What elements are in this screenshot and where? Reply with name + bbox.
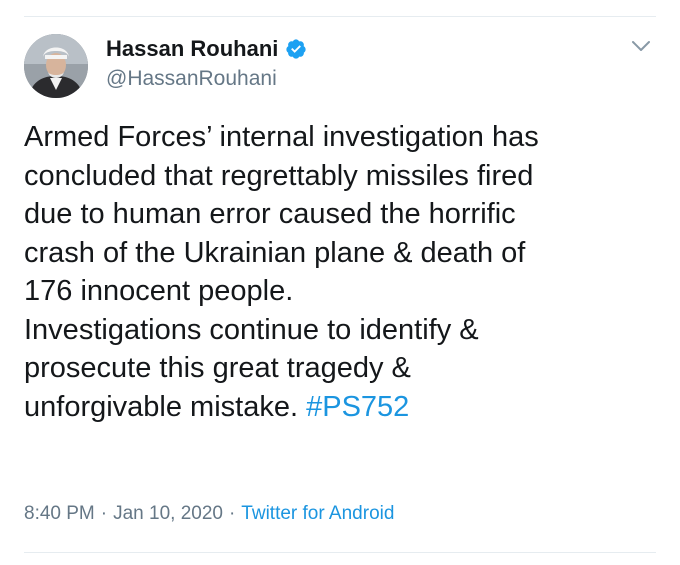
- tweet-meta: 8:40 PM · Jan 10, 2020 · Twitter for Android: [24, 501, 394, 527]
- top-divider: [24, 16, 656, 17]
- tweet-source-link[interactable]: Twitter for Android: [241, 503, 394, 524]
- chevron-down-icon[interactable]: [628, 36, 654, 56]
- display-name[interactable]: Hassan Rouhani: [106, 36, 278, 62]
- tweet-line: concluded that regrettably missiles fire…: [24, 159, 534, 192]
- tweet-line: prosecute this great tragedy &: [24, 352, 411, 384]
- tweet-line: due to human error caused the horrific: [24, 198, 516, 230]
- verified-badge-icon: [285, 38, 307, 60]
- meta-separator: ·: [100, 503, 108, 524]
- tweet-line: 176 innocent people.: [24, 275, 294, 307]
- tweet-line: unforgivable mistake.: [24, 390, 299, 423]
- tweet-text: Armed Forces’ internal investigation has…: [24, 118, 664, 426]
- tweet-line: Armed Forces’ internal investigation has: [24, 121, 539, 153]
- avatar[interactable]: [24, 34, 88, 98]
- author-name-row[interactable]: Hassan Rouhani: [106, 36, 307, 62]
- tweet-time[interactable]: 8:40 PM: [24, 503, 95, 524]
- tweet-date[interactable]: Jan 10, 2020: [113, 503, 223, 524]
- bottom-divider: [24, 552, 656, 553]
- tweet-line: Investigations continue to identify &: [24, 313, 479, 346]
- author-handle[interactable]: @HassanRouhani: [106, 66, 277, 92]
- tweet-card: Hassan Rouhani @HassanRouhani Armed Forc…: [0, 0, 680, 565]
- meta-separator: ·: [228, 503, 236, 524]
- tweet-line: crash of the Ukrainian plane & death of: [24, 236, 526, 269]
- hashtag-link[interactable]: #PS752: [306, 391, 409, 423]
